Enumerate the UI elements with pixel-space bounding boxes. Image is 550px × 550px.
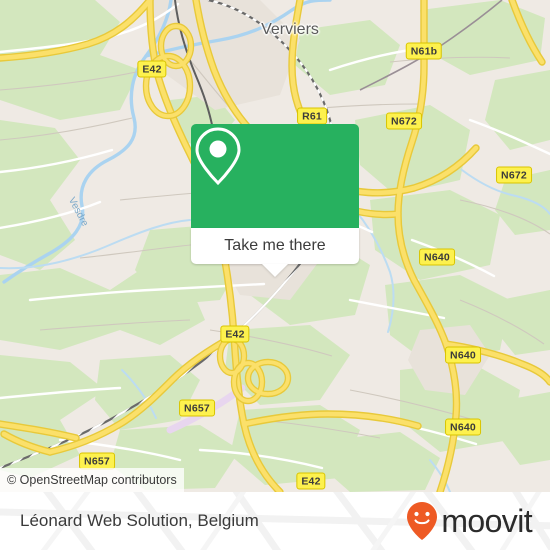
road-shield-r61: R61	[297, 107, 327, 125]
moovit-logo[interactable]: moovit	[405, 492, 533, 550]
road-shield-n61b: N61b	[405, 42, 443, 60]
card-icon-area	[191, 124, 359, 228]
footer-bar: Léonard Web Solution, Belgium moovit	[0, 492, 550, 550]
road-shield-n657: N657	[179, 399, 215, 417]
road-shield-n672: N672	[386, 112, 422, 130]
map-pin-icon	[195, 127, 241, 186]
osm-attribution-label: © OpenStreetMap contributors	[7, 473, 177, 487]
location-title-label: Léonard Web Solution, Belgium	[20, 511, 259, 530]
road-shield-n657: N657	[79, 452, 115, 470]
take-me-there-label: Take me there	[224, 237, 326, 254]
road-shield-n672: N672	[496, 166, 532, 184]
osm-attribution[interactable]: © OpenStreetMap contributors	[0, 468, 184, 492]
road-shield-n640: N640	[445, 418, 481, 436]
card-pointer-tail	[262, 264, 288, 277]
moovit-wordmark: moovit	[441, 503, 532, 539]
take-me-there-button[interactable]: Take me there	[191, 228, 359, 264]
location-title: Léonard Web Solution, Belgium	[20, 492, 259, 550]
road-shield-e42: E42	[220, 325, 250, 343]
road-shield-e42: E42	[296, 472, 326, 490]
road-shield-n640: N640	[419, 248, 455, 266]
moovit-smiley-pin-icon	[407, 502, 438, 540]
road-shield-n640: N640	[445, 346, 481, 364]
moovit-location-card-screenshot: Verviers Vesdre E42 R61 N61b N672 N672 N…	[0, 0, 550, 550]
location-marker-card[interactable]: Take me there	[191, 124, 359, 277]
road-shield-e42: E42	[137, 60, 167, 78]
place-label-verviers: Verviers	[261, 21, 319, 38]
map-canvas[interactable]: Verviers Vesdre E42 R61 N61b N672 N672 N…	[0, 0, 550, 492]
